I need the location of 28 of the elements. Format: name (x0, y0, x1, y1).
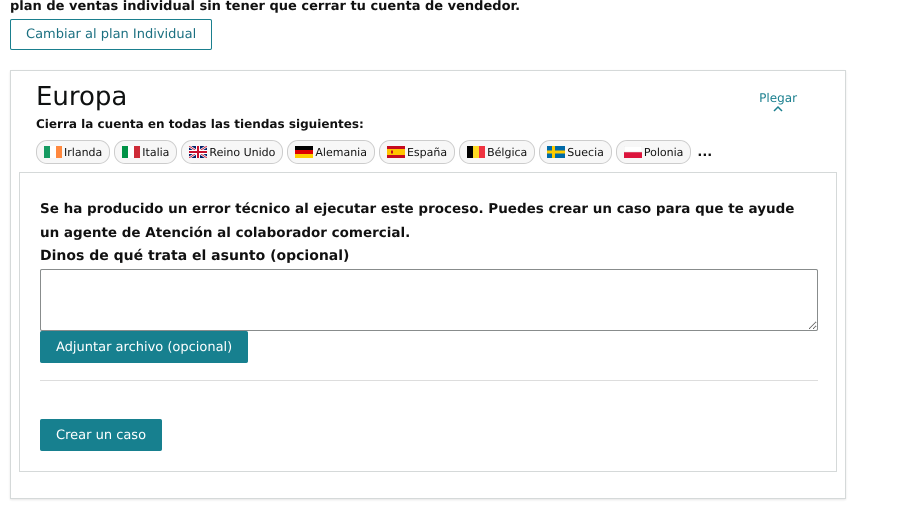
store-chip: España (378, 140, 456, 164)
error-message: Se ha producido un error técnico al ejecutar este proceso. Puedes crear un caso para que te ayude un agente de Atención al colaborador comercial. (40, 200, 796, 243)
store-chip: Irlanda (36, 140, 110, 164)
more-text: ... (697, 144, 712, 160)
flag-icon (467, 146, 486, 158)
store-chip: Bélgica (459, 140, 536, 164)
create-case-button[interactable]: Crear un caso (40, 419, 162, 451)
store-chip: Italia (114, 140, 178, 164)
field-label: Dinos de qué trata el asunto (opcional) (40, 247, 350, 266)
store-chip: Suecia (539, 140, 612, 164)
flag-icon (295, 146, 314, 158)
flag-icon (386, 146, 405, 158)
flag-icon (44, 146, 62, 158)
subject-field[interactable] (40, 269, 818, 331)
collapse-link[interactable]: Plegar (759, 91, 797, 113)
intro-text: plan de ventas individual sin tener que cerrar tu cuenta de vendedor. (10, 0, 522, 14)
store-chip: Reino Unido (181, 140, 284, 164)
attach-file-button[interactable]: Adjuntar archivo (opcional) (40, 331, 248, 363)
switch-plan-button[interactable]: Cambiar al plan Individual (10, 19, 212, 50)
flag-icon (547, 146, 566, 158)
region-title: Europa (36, 81, 128, 113)
store-chip: Polonia (616, 140, 692, 164)
flag-icon (624, 146, 642, 158)
chevron-up-icon (773, 105, 784, 112)
flag-icon (189, 146, 208, 158)
store-chip: Alemania (287, 140, 375, 164)
stores-heading: Cierra la cuenta en todas las tiendas siguientes: (35, 117, 365, 131)
flag-icon (122, 146, 140, 158)
